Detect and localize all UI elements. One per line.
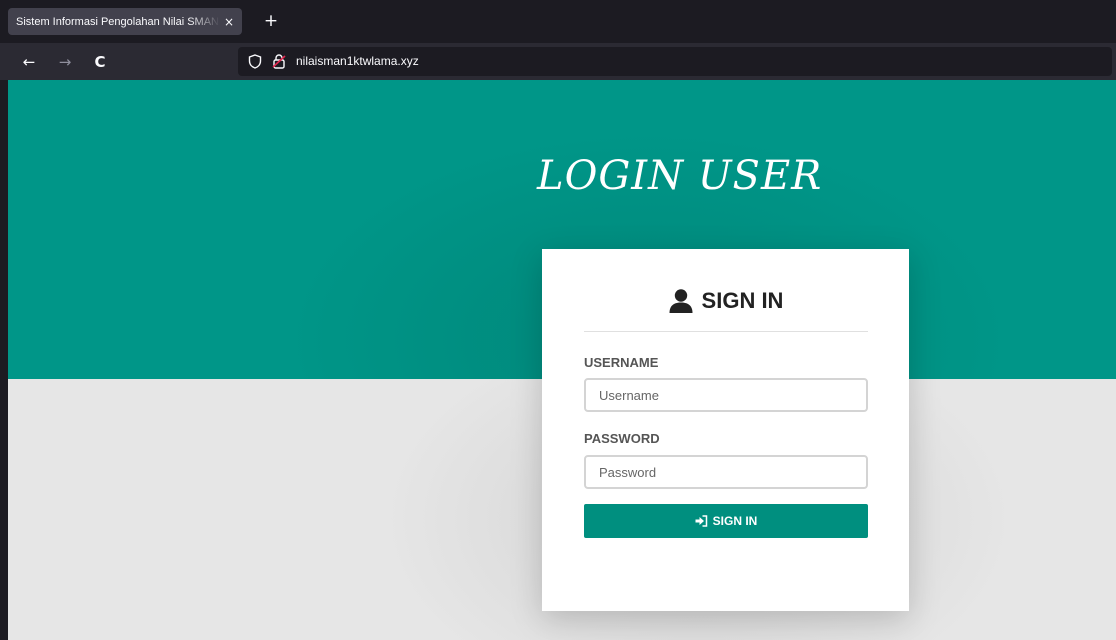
shield-icon[interactable] xyxy=(248,54,262,69)
new-tab-button[interactable]: + xyxy=(260,10,282,32)
username-input[interactable] xyxy=(584,378,868,412)
username-label: USERNAME xyxy=(584,355,659,370)
forward-button[interactable]: → xyxy=(55,52,75,72)
password-label: PASSWORD xyxy=(584,431,660,446)
password-input[interactable] xyxy=(584,455,868,489)
reload-button[interactable]: C xyxy=(90,52,110,72)
close-tab-icon[interactable]: × xyxy=(222,15,236,29)
browser-toolbar: ← → C nilaisman1ktwlama.xyz xyxy=(0,43,1116,80)
divider xyxy=(584,331,868,332)
sign-in-icon xyxy=(695,515,707,527)
sign-in-button[interactable]: SIGN IN xyxy=(584,504,868,538)
sign-in-label: SIGN IN xyxy=(712,514,758,528)
insecure-lock-icon[interactable] xyxy=(272,53,286,69)
browser-tab[interactable]: Sistem Informasi Pengolahan Nilai SMAN 1… xyxy=(8,8,242,35)
login-card: SIGN IN USERNAME PASSWORD SIGN IN xyxy=(542,249,909,611)
page-content: LOGIN USER SIGN IN USERNAME PASSWORD SIG… xyxy=(8,80,1116,640)
tab-title: Sistem Informasi Pengolahan Nilai SMAN 1 xyxy=(16,15,220,28)
page-title: LOGIN USER xyxy=(537,153,823,199)
user-icon xyxy=(669,289,693,313)
tab-strip: Sistem Informasi Pengolahan Nilai SMAN 1… xyxy=(0,0,1116,43)
back-button[interactable]: ← xyxy=(19,52,39,72)
url-text: nilaisman1ktwlama.xyz xyxy=(296,54,419,68)
url-bar[interactable]: nilaisman1ktwlama.xyz xyxy=(238,47,1112,76)
card-title: SIGN IN xyxy=(701,288,784,313)
card-header: SIGN IN xyxy=(542,285,909,317)
